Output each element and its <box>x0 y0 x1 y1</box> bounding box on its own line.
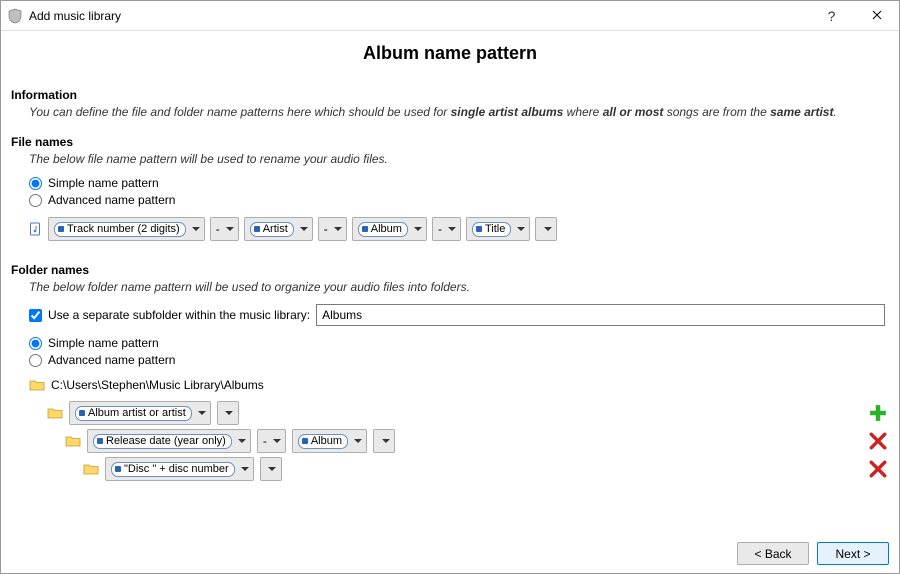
chevron-down-icon <box>517 227 525 231</box>
chevron-down-icon <box>225 411 233 415</box>
file-token-add[interactable] <box>535 217 557 241</box>
chevron-down-icon <box>414 227 422 231</box>
folder-token-album-artist[interactable]: Album artist or artist <box>69 401 211 425</box>
section-information-heading: Information <box>11 88 889 102</box>
radio-file-simple[interactable]: Simple name pattern <box>29 176 889 190</box>
wizard-footer: < Back Next > <box>737 542 889 565</box>
tag-pill-icon: Album <box>358 222 408 237</box>
tree-level-2: Release date (year only) - Album <box>29 427 889 455</box>
radio-folder-simple[interactable]: Simple name pattern <box>29 336 889 350</box>
next-button[interactable]: Next > <box>817 542 889 565</box>
folder-token-release-date[interactable]: Release date (year only) <box>87 429 251 453</box>
window-titlebar: Add music library ? <box>1 1 899 31</box>
radio-folder-simple-input[interactable] <box>29 337 42 350</box>
folder-icon <box>29 377 45 393</box>
file-token-artist[interactable]: Artist <box>244 217 313 241</box>
tag-pill-icon: Artist <box>250 222 294 237</box>
folder-icon <box>47 405 63 421</box>
help-button[interactable]: ? <box>809 1 854 31</box>
chevron-down-icon <box>268 467 276 471</box>
page-heading: Album name pattern <box>1 31 899 82</box>
section-information-desc: You can define the file and folder name … <box>29 105 889 119</box>
close-button[interactable] <box>854 1 899 31</box>
chevron-down-icon <box>448 227 456 231</box>
tree-level-1: Album artist or artist <box>29 399 889 427</box>
tag-pill-icon: "Disc " + disc number <box>111 462 235 477</box>
folder-token-album[interactable]: Album <box>292 429 367 453</box>
radio-folder-advanced[interactable]: Advanced name pattern <box>29 353 889 367</box>
tag-pill-icon: Track number (2 digits) <box>54 222 186 237</box>
tree-root: C:\Users\Stephen\Music Library\Albums <box>29 371 889 399</box>
file-separator-3[interactable]: - <box>432 217 461 241</box>
chevron-down-icon <box>334 227 342 231</box>
radio-folder-simple-label: Simple name pattern <box>48 336 159 350</box>
help-icon: ? <box>828 8 836 24</box>
radio-file-advanced-label: Advanced name pattern <box>48 193 175 207</box>
chevron-down-icon <box>382 439 390 443</box>
back-button[interactable]: < Back <box>737 542 809 565</box>
folder-icon <box>65 433 81 449</box>
folder-tree: C:\Users\Stephen\Music Library\Albums Al… <box>29 371 889 483</box>
app-icon <box>7 8 23 24</box>
chevron-down-icon <box>238 439 246 443</box>
radio-file-advanced-input[interactable] <box>29 194 42 207</box>
subfolder-row: Use a separate subfolder within the musi… <box>29 304 889 326</box>
chevron-down-icon <box>273 439 281 443</box>
radio-folder-advanced-input[interactable] <box>29 354 42 367</box>
radio-file-simple-label: Simple name pattern <box>48 176 159 190</box>
folder-token-disc-number[interactable]: "Disc " + disc number <box>105 457 254 481</box>
tree-level-3: "Disc " + disc number <box>29 455 889 483</box>
chevron-down-icon <box>226 227 234 231</box>
tag-pill-icon: Release date (year only) <box>93 434 232 449</box>
file-token-title[interactable]: Title <box>466 217 530 241</box>
radio-file-advanced[interactable]: Advanced name pattern <box>29 193 889 207</box>
remove-folder-level-icon[interactable] <box>869 460 887 478</box>
chevron-down-icon <box>192 227 200 231</box>
chevron-down-icon <box>354 439 362 443</box>
section-foldernames-desc: The below folder name pattern will be us… <box>29 280 889 294</box>
radio-folder-advanced-label: Advanced name pattern <box>48 353 175 367</box>
folder-separator-1[interactable]: - <box>257 429 286 453</box>
close-icon <box>872 9 882 23</box>
subfolder-input[interactable] <box>316 304 885 326</box>
tag-pill-icon: Album <box>298 434 348 449</box>
section-filenames-heading: File names <box>11 135 889 149</box>
chevron-down-icon <box>198 411 206 415</box>
tree-root-path: C:\Users\Stephen\Music Library\Albums <box>51 378 264 392</box>
audio-file-icon <box>29 222 43 236</box>
folder-level1-add[interactable] <box>217 401 239 425</box>
folder-level3-add[interactable] <box>260 457 282 481</box>
file-token-album[interactable]: Album <box>352 217 427 241</box>
file-tokens-row: Track number (2 digits) - Artist - Album… <box>29 217 889 241</box>
chevron-down-icon <box>241 467 249 471</box>
file-separator-2[interactable]: - <box>318 217 347 241</box>
section-foldernames-heading: Folder names <box>11 263 889 277</box>
remove-folder-level-icon[interactable] <box>869 432 887 450</box>
subfolder-checkbox[interactable] <box>29 309 42 322</box>
chevron-down-icon <box>300 227 308 231</box>
tag-pill-icon: Title <box>472 222 511 237</box>
add-folder-level-icon[interactable] <box>869 404 887 422</box>
subfolder-label: Use a separate subfolder within the musi… <box>48 308 310 322</box>
file-separator-1[interactable]: - <box>210 217 239 241</box>
section-filenames-desc: The below file name pattern will be used… <box>29 152 889 166</box>
window-title: Add music library <box>29 9 121 23</box>
folder-level2-add[interactable] <box>373 429 395 453</box>
radio-file-simple-input[interactable] <box>29 177 42 190</box>
file-token-track-number[interactable]: Track number (2 digits) <box>48 217 205 241</box>
folder-icon <box>83 461 99 477</box>
tag-pill-icon: Album artist or artist <box>75 406 192 421</box>
chevron-down-icon <box>544 227 552 231</box>
